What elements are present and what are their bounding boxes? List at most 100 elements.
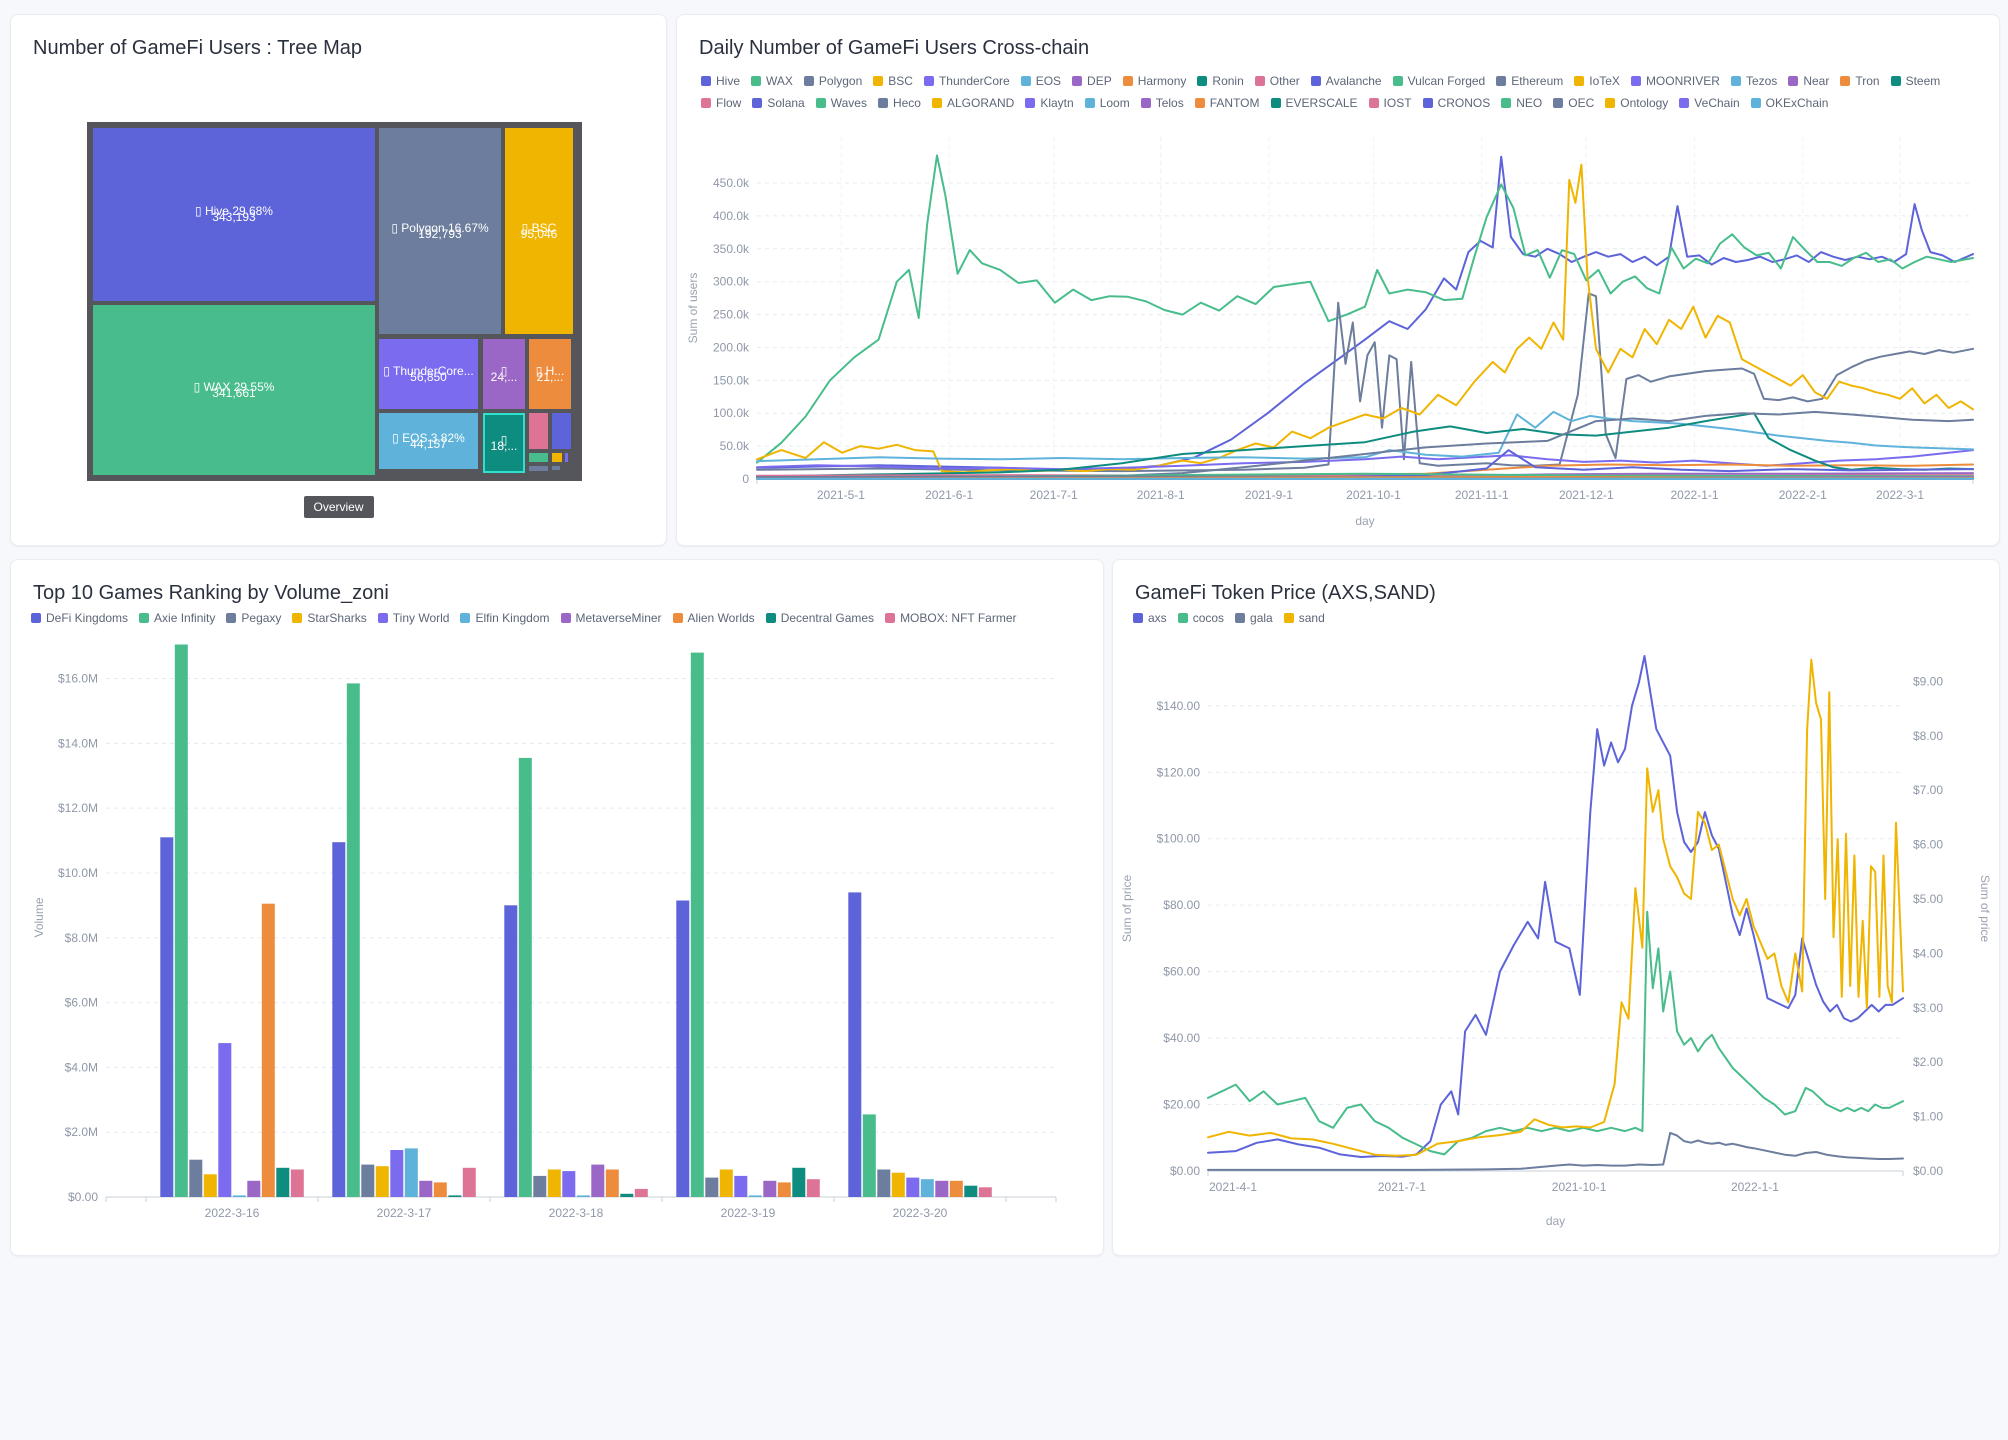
- bar-decentral-games[interactable]: [276, 1167, 290, 1197]
- bar-axie-infinity[interactable]: [346, 683, 360, 1197]
- treemap-block-harmony[interactable]: ▯ H... 21,...: [529, 339, 571, 409]
- svg-text:$1.00: $1.00: [1913, 1110, 1943, 1124]
- bar-metaverseminer[interactable]: [591, 1164, 605, 1197]
- bar-alien-worlds[interactable]: [261, 903, 275, 1197]
- bar-mobox-nft-farmer[interactable]: [978, 1187, 992, 1197]
- bar-metaverseminer[interactable]: [419, 1180, 433, 1197]
- treemap-block-moonriver[interactable]: [565, 453, 568, 462]
- bar-defi-kingdoms[interactable]: [504, 905, 518, 1197]
- treemap-block-ronin[interactable]: ▯ 18,...: [483, 413, 525, 473]
- bar-metaverseminer[interactable]: [247, 1180, 261, 1197]
- treemap-block-label: ▯ Polygon 16.67% 192,793: [391, 220, 489, 241]
- bar-metaverseminer[interactable]: [763, 1180, 777, 1197]
- bar-starsharks[interactable]: [375, 1166, 389, 1197]
- bar-axie-infinity[interactable]: [174, 644, 188, 1198]
- treemap-block-label: ▯ H... 21,...: [535, 363, 565, 384]
- svg-text:2021-9-1: 2021-9-1: [1245, 488, 1293, 502]
- bar-decentral-games[interactable]: [620, 1193, 634, 1197]
- bar-defi-kingdoms[interactable]: [676, 900, 690, 1198]
- treemap-block-ethereum[interactable]: [529, 466, 548, 471]
- panel-games-ranking: Top 10 Games Ranking by Volume_zoni DeFi…: [10, 559, 1104, 1256]
- bar-starsharks[interactable]: [547, 1169, 561, 1198]
- treemap-block-bsc[interactable]: ▯ BSC 95,046: [505, 128, 573, 334]
- bar-alien-worlds[interactable]: [949, 1180, 963, 1197]
- treemap-block-eos[interactable]: ▯ EOS 3.82% 44,157: [379, 413, 478, 469]
- svg-text:2022-1-1: 2022-1-1: [1731, 1180, 1779, 1194]
- bar-pegaxy[interactable]: [877, 1169, 891, 1198]
- bar-axie-infinity[interactable]: [862, 1114, 876, 1197]
- svg-text:2022-3-16: 2022-3-16: [205, 1206, 260, 1220]
- bar-axie-infinity[interactable]: [690, 652, 704, 1197]
- bar-elfin-kingdom[interactable]: [232, 1195, 246, 1197]
- bar-axie-infinity[interactable]: [518, 757, 532, 1197]
- bar-pegaxy[interactable]: [361, 1164, 375, 1197]
- treemap-block-wax[interactable]: ▯ WAX 29.55% 341,661: [93, 305, 375, 475]
- bar-decentral-games[interactable]: [448, 1195, 462, 1197]
- treemap-block-label: ▯ 24,...: [490, 363, 518, 384]
- treemap-block-thundercore[interactable]: ▯ ThunderCore... 56,850: [379, 339, 478, 409]
- bar-alien-worlds[interactable]: [605, 1169, 619, 1198]
- treemap-title: Number of GameFi Users : Tree Map: [33, 37, 362, 59]
- bar-tiny-world[interactable]: [390, 1150, 404, 1197]
- bar-tiny-world[interactable]: [734, 1175, 748, 1197]
- svg-text:$100.00: $100.00: [1157, 832, 1201, 846]
- panel-treemap: Number of GameFi Users : Tree Map ▯ Hive…: [10, 14, 667, 546]
- treemap-block-label: ▯ EOS 3.82% 44,157: [392, 430, 465, 451]
- treemap-block-hive[interactable]: ▯ Hive 29.68% 343,193: [93, 128, 375, 301]
- svg-text:300.0k: 300.0k: [713, 275, 750, 289]
- bar-mobox-nft-farmer[interactable]: [634, 1188, 648, 1197]
- svg-text:$6.00: $6.00: [1913, 838, 1943, 852]
- users-line-chart[interactable]: 0 50.0k 100.0k 150.0k 200.0k 250.0k 300.0k 350.…: [677, 15, 1999, 545]
- bar-pegaxy[interactable]: [533, 1175, 547, 1197]
- bar-elfin-kingdom[interactable]: [920, 1179, 934, 1197]
- bar-tiny-world[interactable]: [906, 1177, 920, 1197]
- panel-token-price: GameFi Token Price (AXS,SAND) axs cocos ga…: [1112, 559, 2000, 1256]
- treemap-block-avalanche[interactable]: [552, 413, 571, 449]
- tokens-line-chart[interactable]: $0.00 $20.00 $40.00 $60.00 $80.00 $100.00 $120…: [1113, 560, 1999, 1255]
- bar-decentral-games[interactable]: [792, 1167, 806, 1197]
- bar-starsharks[interactable]: [203, 1174, 217, 1197]
- bar-alien-worlds[interactable]: [777, 1182, 791, 1197]
- bar-defi-kingdoms[interactable]: [332, 842, 346, 1197]
- bar-starsharks[interactable]: [719, 1169, 733, 1198]
- treemap-chart[interactable]: ▯ Hive 29.68% 343,193 ▯ WAX 29.55% 341,661 ▯…: [87, 122, 582, 481]
- svg-text:day: day: [1355, 514, 1374, 528]
- treemap-block-iotex[interactable]: [552, 453, 562, 462]
- treemap-block-vulcan-forged[interactable]: [529, 453, 548, 462]
- bar-mobox-nft-farmer[interactable]: [806, 1179, 820, 1197]
- svg-text:2021-8-1: 2021-8-1: [1137, 488, 1185, 502]
- treemap-block-polygon[interactable]: ▯ Polygon 16.67% 192,793: [379, 128, 501, 334]
- treemap-block-dep[interactable]: ▯ 24,...: [483, 339, 525, 409]
- games-bar-chart[interactable]: $0.00 $2.0M $4.0M $6.0M $8.0M $10.0M $12.0M $14…: [11, 560, 1103, 1255]
- bar-elfin-kingdom[interactable]: [404, 1148, 418, 1197]
- bar-pegaxy[interactable]: [705, 1177, 719, 1197]
- svg-text:2021-5-1: 2021-5-1: [817, 488, 865, 502]
- svg-text:$80.00: $80.00: [1163, 898, 1200, 912]
- bar-defi-kingdoms[interactable]: [160, 837, 174, 1197]
- treemap-block-heco[interactable]: [552, 466, 560, 470]
- bar-mobox-nft-farmer[interactable]: [290, 1169, 304, 1198]
- bar-mobox-nft-farmer[interactable]: [462, 1167, 476, 1197]
- svg-text:2021-10-1: 2021-10-1: [1552, 1180, 1607, 1194]
- treemap-block-other[interactable]: [529, 413, 548, 449]
- bar-defi-kingdoms[interactable]: [848, 892, 862, 1197]
- series-line-hive: [756, 155, 1974, 471]
- bar-tiny-world[interactable]: [218, 1043, 232, 1197]
- svg-text:$5.00: $5.00: [1913, 892, 1943, 906]
- bar-elfin-kingdom[interactable]: [576, 1195, 590, 1197]
- bar-starsharks[interactable]: [891, 1172, 905, 1197]
- bar-alien-worlds[interactable]: [433, 1182, 447, 1197]
- bar-metaverseminer[interactable]: [935, 1180, 949, 1197]
- svg-text:Sum of price: Sum of price: [1120, 874, 1134, 942]
- svg-text:$7.00: $7.00: [1913, 783, 1943, 797]
- bar-decentral-games[interactable]: [964, 1185, 978, 1197]
- overview-breadcrumb-button[interactable]: Overview: [303, 496, 374, 518]
- bar-elfin-kingdom[interactable]: [748, 1195, 762, 1197]
- bar-pegaxy[interactable]: [189, 1159, 203, 1197]
- svg-text:2022-3-19: 2022-3-19: [721, 1206, 776, 1220]
- svg-text:$2.00: $2.00: [1913, 1055, 1943, 1069]
- bar-tiny-world[interactable]: [562, 1171, 576, 1197]
- svg-text:$3.00: $3.00: [1913, 1001, 1943, 1015]
- svg-text:$20.00: $20.00: [1163, 1098, 1200, 1112]
- svg-text:2022-3-18: 2022-3-18: [549, 1206, 604, 1220]
